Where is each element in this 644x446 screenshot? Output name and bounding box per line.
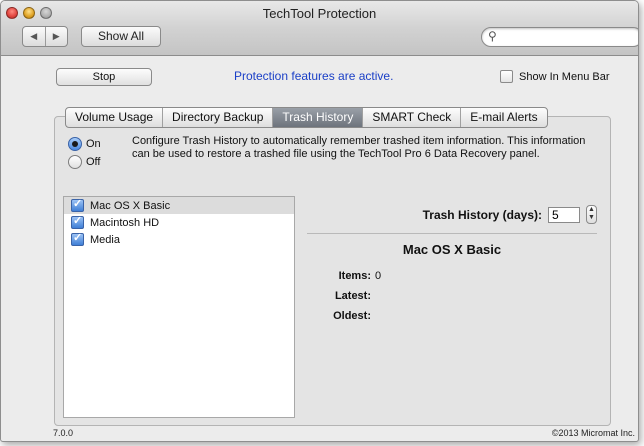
search-icon: ⚲ <box>488 29 497 43</box>
on-option[interactable]: On <box>68 137 101 151</box>
days-stepper[interactable]: ▲ ▼ <box>586 205 597 224</box>
tab-directory-backup[interactable]: Directory Backup <box>163 108 274 127</box>
volume-list: Mac OS X Basic Macintosh HD Media <box>63 196 295 418</box>
off-option[interactable]: Off <box>68 155 100 169</box>
tab-volume-usage[interactable]: Volume Usage <box>66 108 164 127</box>
latest-label: Latest: <box>334 290 371 302</box>
back-button[interactable]: ◀ <box>23 27 46 46</box>
trash-history-days-label: Trash History (days): <box>422 207 542 222</box>
trash-history-days-field[interactable] <box>548 206 580 223</box>
window-title: TechTool Protection <box>262 6 377 21</box>
search-field[interactable]: ⚲ <box>481 27 638 47</box>
show-in-menu-bar-label: Show In Menu Bar <box>519 70 610 83</box>
copyright-label: ©2013 Micromat Inc. <box>551 428 635 438</box>
on-label: On <box>86 138 101 150</box>
stop-button[interactable]: Stop <box>56 68 152 86</box>
show-in-menu-bar-option[interactable]: Show In Menu Bar <box>500 70 610 83</box>
techtool-protection-window: TechTool Protection ◀ ▶ Show All ⚲ Stop … <box>0 0 639 442</box>
volume-name: Media <box>90 233 120 246</box>
version-label: 7.0.0 <box>53 428 74 438</box>
items-label: Items: <box>338 270 371 282</box>
show-all-button[interactable]: Show All <box>81 26 161 47</box>
trash-history-panel: On Off Configure Trash History to automa… <box>54 116 611 426</box>
show-in-menu-bar-checkbox[interactable] <box>500 70 513 83</box>
oldest-label: Oldest: <box>333 310 371 322</box>
trash-history-days-row: Trash History (days): ▲ ▼ <box>423 205 597 224</box>
volume-name: Mac OS X Basic <box>90 199 171 212</box>
stepper-up-icon[interactable]: ▲ <box>587 206 596 214</box>
off-radio[interactable] <box>68 155 82 169</box>
back-forward-buttons: ◀ ▶ <box>22 26 68 47</box>
volume-checkbox[interactable] <box>71 214 84 229</box>
forward-button[interactable]: ▶ <box>46 27 68 46</box>
list-item[interactable]: Media <box>64 231 294 248</box>
trash-history-description: Configure Trash History to automatically… <box>132 135 586 160</box>
tab-smart-check[interactable]: SMART Check <box>363 108 462 127</box>
selected-volume-name: Mac OS X Basic <box>402 242 502 257</box>
footer: 7.0.0 ©2013 Micromat Inc. <box>1 427 638 441</box>
tab-bar: Volume Usage Directory Backup Trash Hist… <box>65 107 548 128</box>
volume-checkbox[interactable] <box>71 231 84 246</box>
title-bar: TechTool Protection ◀ ▶ Show All ⚲ <box>1 1 638 56</box>
list-item[interactable]: Mac OS X Basic <box>64 197 294 214</box>
divider <box>307 233 597 234</box>
protection-status-message: Protection features are active. <box>234 69 394 83</box>
off-label: Off <box>86 156 101 168</box>
list-item[interactable]: Macintosh HD <box>64 214 294 231</box>
on-radio[interactable] <box>68 137 82 151</box>
search-input[interactable] <box>502 29 636 45</box>
volume-checkbox[interactable] <box>71 197 84 212</box>
tab-email-alerts[interactable]: E-mail Alerts <box>461 108 546 127</box>
items-value: 0 <box>375 270 382 282</box>
tab-trash-history[interactable]: Trash History <box>273 108 364 127</box>
volume-name: Macintosh HD <box>90 216 160 229</box>
stepper-down-icon[interactable]: ▼ <box>587 214 596 222</box>
